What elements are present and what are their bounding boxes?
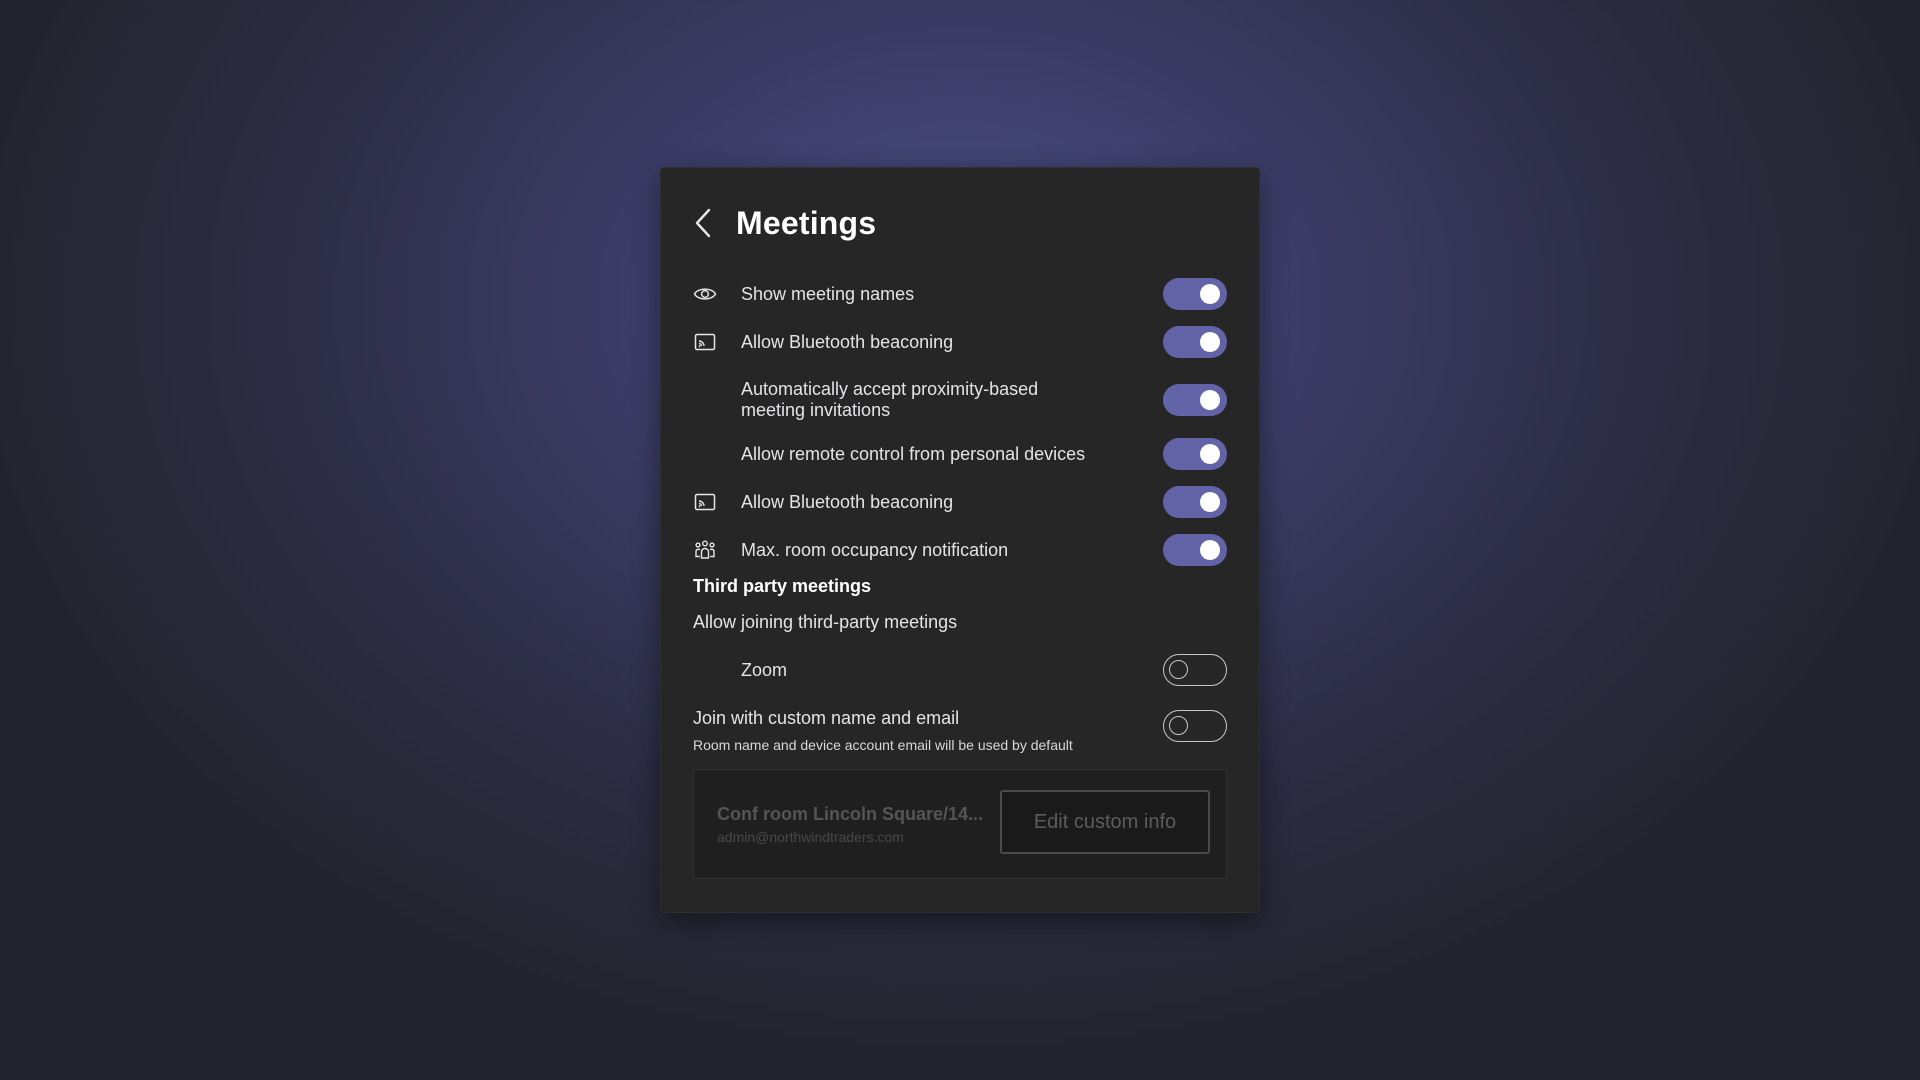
setting-label: Automatically accept proximity-based mee…	[741, 379, 1038, 421]
edit-custom-info-button[interactable]: Edit custom info	[1000, 790, 1210, 854]
setting-row-auto-accept-proximity: Automatically accept proximity-based mee…	[693, 368, 1227, 432]
back-button[interactable]	[693, 201, 729, 245]
custom-name-toggle[interactable]	[1163, 710, 1227, 742]
auto-accept-proximity-toggle[interactable]	[1163, 384, 1227, 416]
show-meeting-names-toggle[interactable]	[1163, 278, 1227, 310]
setting-label-line-1: Automatically accept proximity-based	[741, 379, 1039, 399]
custom-info-card: Conf room Lincoln Square/14... admin@nor…	[693, 769, 1227, 879]
remote-control-toggle[interactable]	[1163, 438, 1227, 470]
custom-name-hint: Room name and device account email will …	[693, 737, 1073, 753]
chevron-left-icon	[693, 207, 713, 239]
bluetooth-beaconing-toggle[interactable]	[1163, 326, 1227, 358]
setting-row-max-occupancy: Max. room occupancy notification	[693, 534, 1227, 566]
setting-label: Allow remote control from personal devic…	[741, 443, 1086, 464]
setting-row-remote-control: Allow remote control from personal devic…	[693, 438, 1227, 470]
account-email: admin@northwindtraders.com	[717, 829, 904, 845]
custom-name-label: Join with custom name and email	[693, 708, 960, 728]
subtitle-allow-third-party: Allow joining third-party meetings	[693, 612, 958, 632]
setting-label-line-2: meeting invitations	[741, 400, 891, 420]
cast-icon	[693, 490, 717, 514]
setting-label: Max. room occupancy notification	[741, 539, 1009, 560]
cast-icon	[693, 330, 717, 354]
max-occupancy-toggle[interactable]	[1163, 534, 1227, 566]
setting-row-custom-name: Join with custom name and email	[693, 708, 1227, 742]
setting-label: Allow Bluetooth beaconing	[741, 491, 954, 512]
setting-label: Show meeting names	[741, 283, 915, 304]
setting-row-show-meeting-names: Show meeting names	[693, 278, 1227, 310]
panel-header: Meetings	[693, 196, 1227, 250]
setting-row-zoom: Zoom	[693, 654, 1227, 686]
zoom-label: Zoom	[741, 659, 788, 680]
people-group-icon	[693, 538, 717, 562]
setting-label: Allow Bluetooth beaconing	[741, 331, 954, 352]
bluetooth-beaconing-toggle-2[interactable]	[1163, 486, 1227, 518]
eye-icon	[693, 282, 717, 306]
page-title: Meetings	[736, 204, 877, 241]
section-title-third-party: Third party meetings	[693, 576, 872, 596]
zoom-toggle[interactable]	[1163, 654, 1227, 686]
meetings-settings-panel: Meetings Show meeting names Allow Blueto…	[660, 167, 1260, 913]
room-name: Conf room Lincoln Square/14...	[717, 804, 984, 824]
setting-row-bluetooth-beaconing: Allow Bluetooth beaconing	[693, 326, 1227, 358]
setting-row-bluetooth-beaconing-2: Allow Bluetooth beaconing	[693, 486, 1227, 518]
